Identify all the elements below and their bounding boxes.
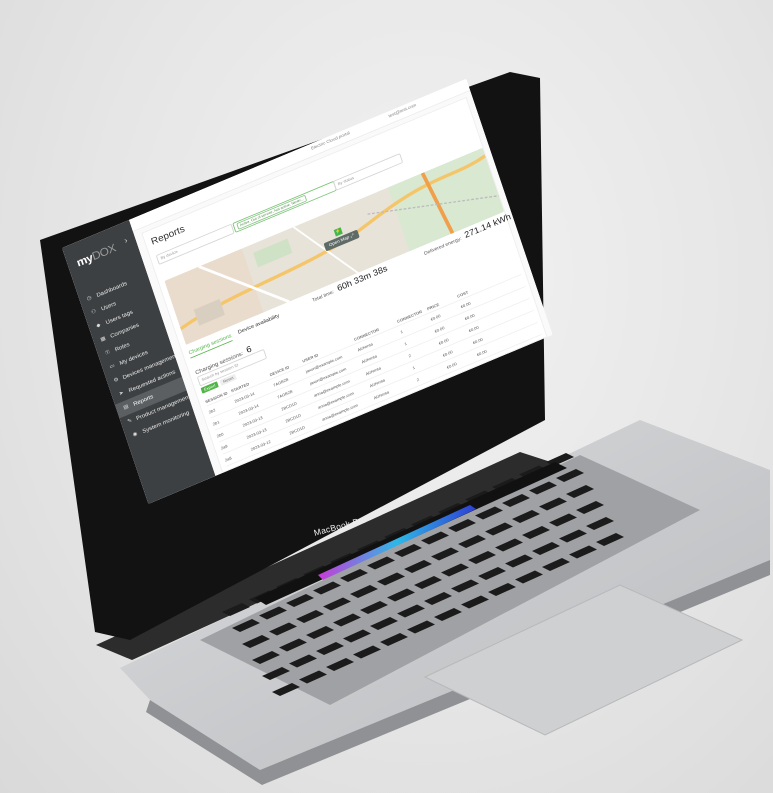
keyboard-key	[286, 594, 314, 607]
keyboard-key	[576, 501, 604, 514]
keyboard-key	[242, 635, 270, 648]
keyboard-key	[394, 544, 422, 557]
brand-logo: myDOX	[74, 241, 118, 270]
send-icon: ➤	[118, 390, 125, 398]
keyboard-key	[279, 638, 307, 652]
keyboard-key	[461, 595, 489, 609]
keyboard-key	[529, 481, 557, 495]
keyboard-key	[421, 531, 449, 545]
keyboard-key	[522, 526, 550, 539]
keyboard-key	[488, 583, 516, 596]
table-cell	[503, 337, 520, 344]
keyboard-key	[441, 563, 469, 577]
wrench-icon: ✎	[126, 418, 133, 425]
keyboard-key	[353, 645, 381, 659]
keyboard-key	[397, 604, 425, 618]
keyboard-key	[343, 629, 371, 643]
keyboard-key	[350, 585, 378, 598]
keyboard-key	[468, 551, 496, 564]
keyboard-key	[502, 494, 530, 507]
keyboard-key	[380, 633, 408, 646]
keyboard-key	[306, 626, 334, 639]
keyboard-key	[232, 619, 260, 632]
keyboard-key	[495, 538, 523, 552]
keyboard-key	[360, 601, 388, 614]
building-icon: ▦	[99, 336, 107, 343]
keyboard-key	[485, 522, 513, 536]
key-icon: ⚿	[104, 349, 111, 357]
keyboard-key	[569, 545, 597, 559]
keyboard-key	[289, 654, 317, 668]
report-icon: ▤	[122, 404, 130, 411]
keyboard-key	[434, 608, 462, 621]
keyboard-key	[451, 579, 479, 593]
keyboard-key	[259, 606, 287, 620]
device-icon: ▭	[109, 363, 116, 371]
keyboard-key	[323, 597, 351, 611]
keyboard-key	[367, 556, 395, 570]
table-cell	[491, 301, 508, 308]
keyboard-key	[316, 642, 344, 655]
keyboard-key	[222, 603, 250, 616]
keyboard-key	[404, 560, 432, 573]
keyboard-key	[505, 554, 533, 568]
keyboard-key	[549, 513, 577, 527]
table-cell	[499, 325, 516, 332]
keyboard-key	[515, 570, 543, 584]
keyboard-key	[272, 683, 300, 696]
keyboard-key	[532, 542, 560, 555]
tag-icon: ◆	[95, 322, 102, 330]
table-cell	[486, 289, 503, 296]
keyboard-key	[333, 613, 361, 627]
dashboard-icon: ◷	[86, 295, 93, 302]
keyboard-key	[424, 592, 452, 605]
keyboard-key	[370, 617, 398, 630]
table-cell	[495, 313, 512, 320]
keyboard-key	[340, 569, 368, 582]
keyboard-key	[458, 535, 486, 548]
monitor-icon: ◉	[132, 431, 139, 438]
keyboard-key	[475, 506, 503, 520]
keyboard-key	[586, 517, 614, 530]
keyboard-key	[539, 497, 567, 511]
keyboard-key	[414, 576, 442, 589]
keyboard-key	[448, 519, 476, 532]
keyboard-key	[377, 572, 405, 586]
keyboard-key	[269, 622, 297, 636]
keyboard-key	[478, 567, 506, 580]
keyboard-key	[431, 547, 459, 561]
keyboard-key	[542, 558, 570, 571]
keyboard-key	[296, 610, 324, 623]
keyboard-key	[566, 485, 594, 498]
keyboard-key	[596, 533, 624, 546]
users-icon: ⚇	[90, 308, 98, 316]
keyboard-key	[512, 510, 540, 523]
keyboard-key	[313, 581, 341, 595]
keyboard-key	[262, 667, 290, 680]
gear-icon: ⚙	[113, 377, 120, 384]
keyboard-key	[299, 670, 327, 684]
collapse-sidebar-icon[interactable]: ›	[123, 236, 129, 246]
keyboard-key	[546, 453, 574, 466]
keyboard-key	[252, 651, 280, 664]
keyboard-key	[387, 588, 415, 602]
keyboard-key	[407, 620, 435, 634]
keyboard-key	[559, 529, 587, 543]
keyboard-key	[326, 658, 354, 671]
